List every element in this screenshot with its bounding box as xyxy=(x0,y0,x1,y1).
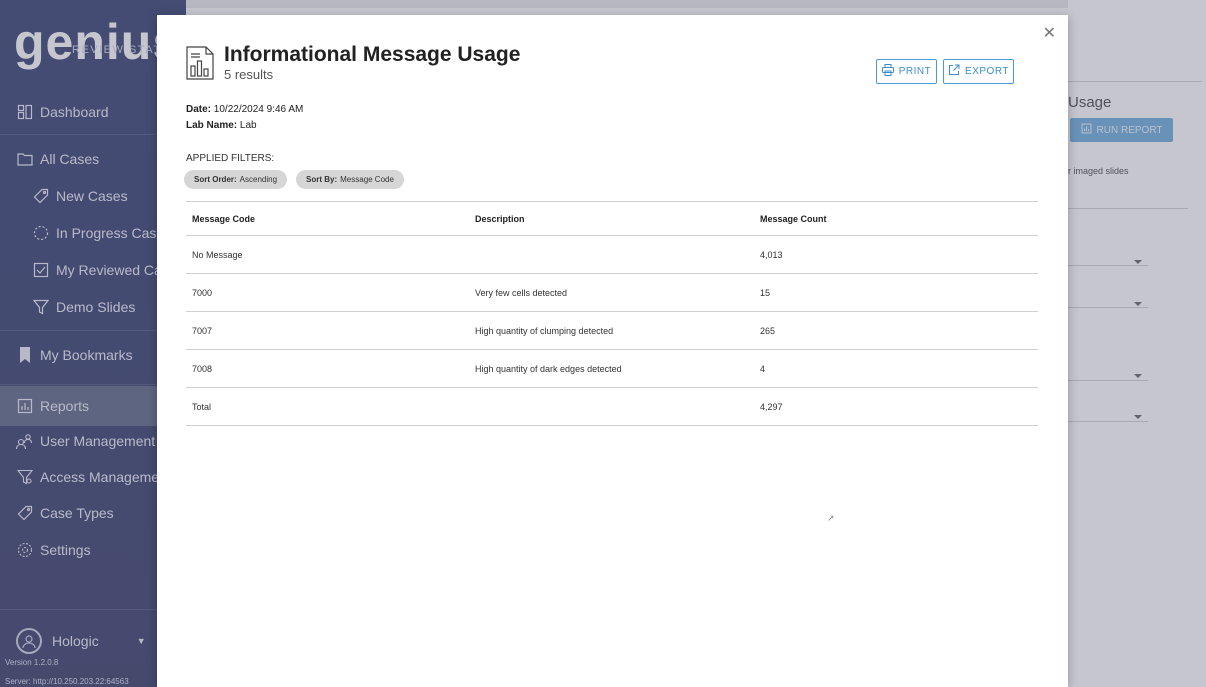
top-bar xyxy=(186,0,1206,8)
lab-name: Lab Name: Lab xyxy=(186,120,257,131)
server-text: Server: http://10.250.203.22:64563 xyxy=(5,677,129,686)
chevron-down-icon xyxy=(1134,302,1142,306)
sidebar-item-label: New Cases xyxy=(56,188,128,204)
filter-chip-sort-order: Sort Order: Ascending xyxy=(184,170,288,189)
report-date: Date: 10/22/2024 9:46 AM xyxy=(186,104,303,115)
message-count-cell: 15 xyxy=(760,287,771,298)
message-code-cell: No Message xyxy=(192,249,243,260)
access-icon xyxy=(16,468,34,486)
chip-value: Message Code xyxy=(340,175,394,184)
close-icon[interactable]: ✕ xyxy=(1043,23,1056,43)
chevron-down-icon xyxy=(1134,415,1142,419)
table-row: No Message 4,013 xyxy=(186,236,1038,274)
chevron-down-icon: ▼ xyxy=(136,636,146,646)
bookmark-icon xyxy=(16,346,34,364)
dropdown-3[interactable] xyxy=(1068,380,1148,381)
message-count-cell: 4,013 xyxy=(760,249,783,260)
tag-icon xyxy=(16,504,34,522)
report-modal: ✕ Informational Message Usage 5 results … xyxy=(157,15,1068,687)
dropdown-1[interactable] xyxy=(1068,265,1148,266)
run-report-label: RUN REPORT xyxy=(1096,124,1163,136)
dashboard-icon xyxy=(16,103,34,121)
date-value: 10/22/2024 9:46 AM xyxy=(213,104,304,115)
chevron-down-icon xyxy=(1134,260,1142,264)
sidebar-item-label: All Cases xyxy=(40,151,100,167)
lab-label: Lab Name: xyxy=(186,120,238,131)
message-count-cell: 265 xyxy=(760,325,776,336)
sidebar-item-label: Case Types xyxy=(40,505,114,521)
applied-filters-label: APPLIED FILTERS: xyxy=(186,153,275,164)
checkbox-icon xyxy=(32,261,50,279)
run-report-button[interactable]: RUN REPORT xyxy=(1070,118,1173,142)
sidebar-item-label: Dashboard xyxy=(40,104,109,120)
tag-icon xyxy=(32,187,50,205)
chip-key: Sort Order: xyxy=(194,175,237,184)
table-row: 7000 Very few cells detected 15 xyxy=(186,274,1038,312)
sidebar-item-label: In Progress Cases xyxy=(56,225,172,241)
report-icon xyxy=(16,397,34,415)
report-document-icon xyxy=(186,46,214,85)
description-cell: High quantity of clumping detected xyxy=(475,325,614,336)
gear-icon xyxy=(16,541,34,559)
users-icon xyxy=(16,432,34,450)
description-cell: High quantity of dark edges detected xyxy=(475,363,622,374)
dropdown-2[interactable] xyxy=(1068,307,1148,308)
sidebar-item-label: Demo Slides xyxy=(56,299,136,315)
column-header-message-code[interactable]: Message Code xyxy=(192,214,255,224)
export-button[interactable]: EXPORT xyxy=(943,59,1014,84)
chip-key: Sort By: xyxy=(306,175,338,184)
table-header: Message Code Description Message Count xyxy=(186,201,1038,236)
user-menu[interactable]: Hologic ▼ xyxy=(16,628,146,654)
print-button[interactable]: PRINT xyxy=(876,59,937,84)
filter-icon xyxy=(32,298,50,316)
export-label: EXPORT xyxy=(965,66,1009,77)
sidebar-item-label: Access Management xyxy=(40,469,171,485)
report-description: r imaged slides xyxy=(1068,166,1129,176)
total-count: 4,297 xyxy=(760,401,783,412)
results-count: 5 results xyxy=(224,67,274,82)
divider xyxy=(1068,208,1188,209)
external-link-icon xyxy=(948,64,960,79)
column-header-message-count[interactable]: Message Count xyxy=(760,214,827,224)
chip-value: Ascending xyxy=(239,175,278,184)
total-label: Total xyxy=(192,401,212,412)
column-header-description[interactable]: Description xyxy=(475,214,525,224)
divider xyxy=(1068,81,1202,82)
dropdown-4[interactable] xyxy=(1068,421,1148,422)
results-table: Message Code Description Message Count N… xyxy=(186,201,1038,426)
mouse-cursor-icon: ↗ xyxy=(827,513,835,523)
avatar xyxy=(16,628,42,654)
date-label: Date: xyxy=(186,104,212,115)
report-panel-title: Usage xyxy=(1068,94,1112,111)
version-text: Version 1.2.0.8 xyxy=(5,658,59,667)
filter-chip-sort-by: Sort By: Message Code xyxy=(296,170,404,189)
description-cell: Very few cells detected xyxy=(475,287,568,298)
message-count-cell: 4 xyxy=(760,363,766,374)
print-icon xyxy=(881,64,894,79)
table-total-row: Total 4,297 xyxy=(186,388,1038,426)
table-row: 7008 High quantity of dark edges detecte… xyxy=(186,350,1038,388)
report-icon xyxy=(1081,123,1092,137)
chevron-down-icon xyxy=(1134,374,1142,378)
message-code-cell: 7000 xyxy=(192,287,213,298)
table-row: 7007 High quantity of clumping detected … xyxy=(186,312,1038,350)
sidebar-item-label: Reports xyxy=(40,398,90,414)
lab-value: Lab xyxy=(239,120,257,131)
folder-icon xyxy=(16,150,34,168)
progress-icon xyxy=(32,224,50,242)
modal-title: Informational Message Usage xyxy=(224,43,521,66)
sidebar-item-label: Settings xyxy=(40,542,91,558)
user-name: Hologic xyxy=(52,633,99,649)
print-label: PRINT xyxy=(898,66,932,77)
sidebar-item-label: User Management xyxy=(40,433,156,449)
sidebar-item-label: My Bookmarks xyxy=(40,347,133,363)
message-code-cell: 7008 xyxy=(192,363,213,374)
message-code-cell: 7007 xyxy=(192,325,213,336)
